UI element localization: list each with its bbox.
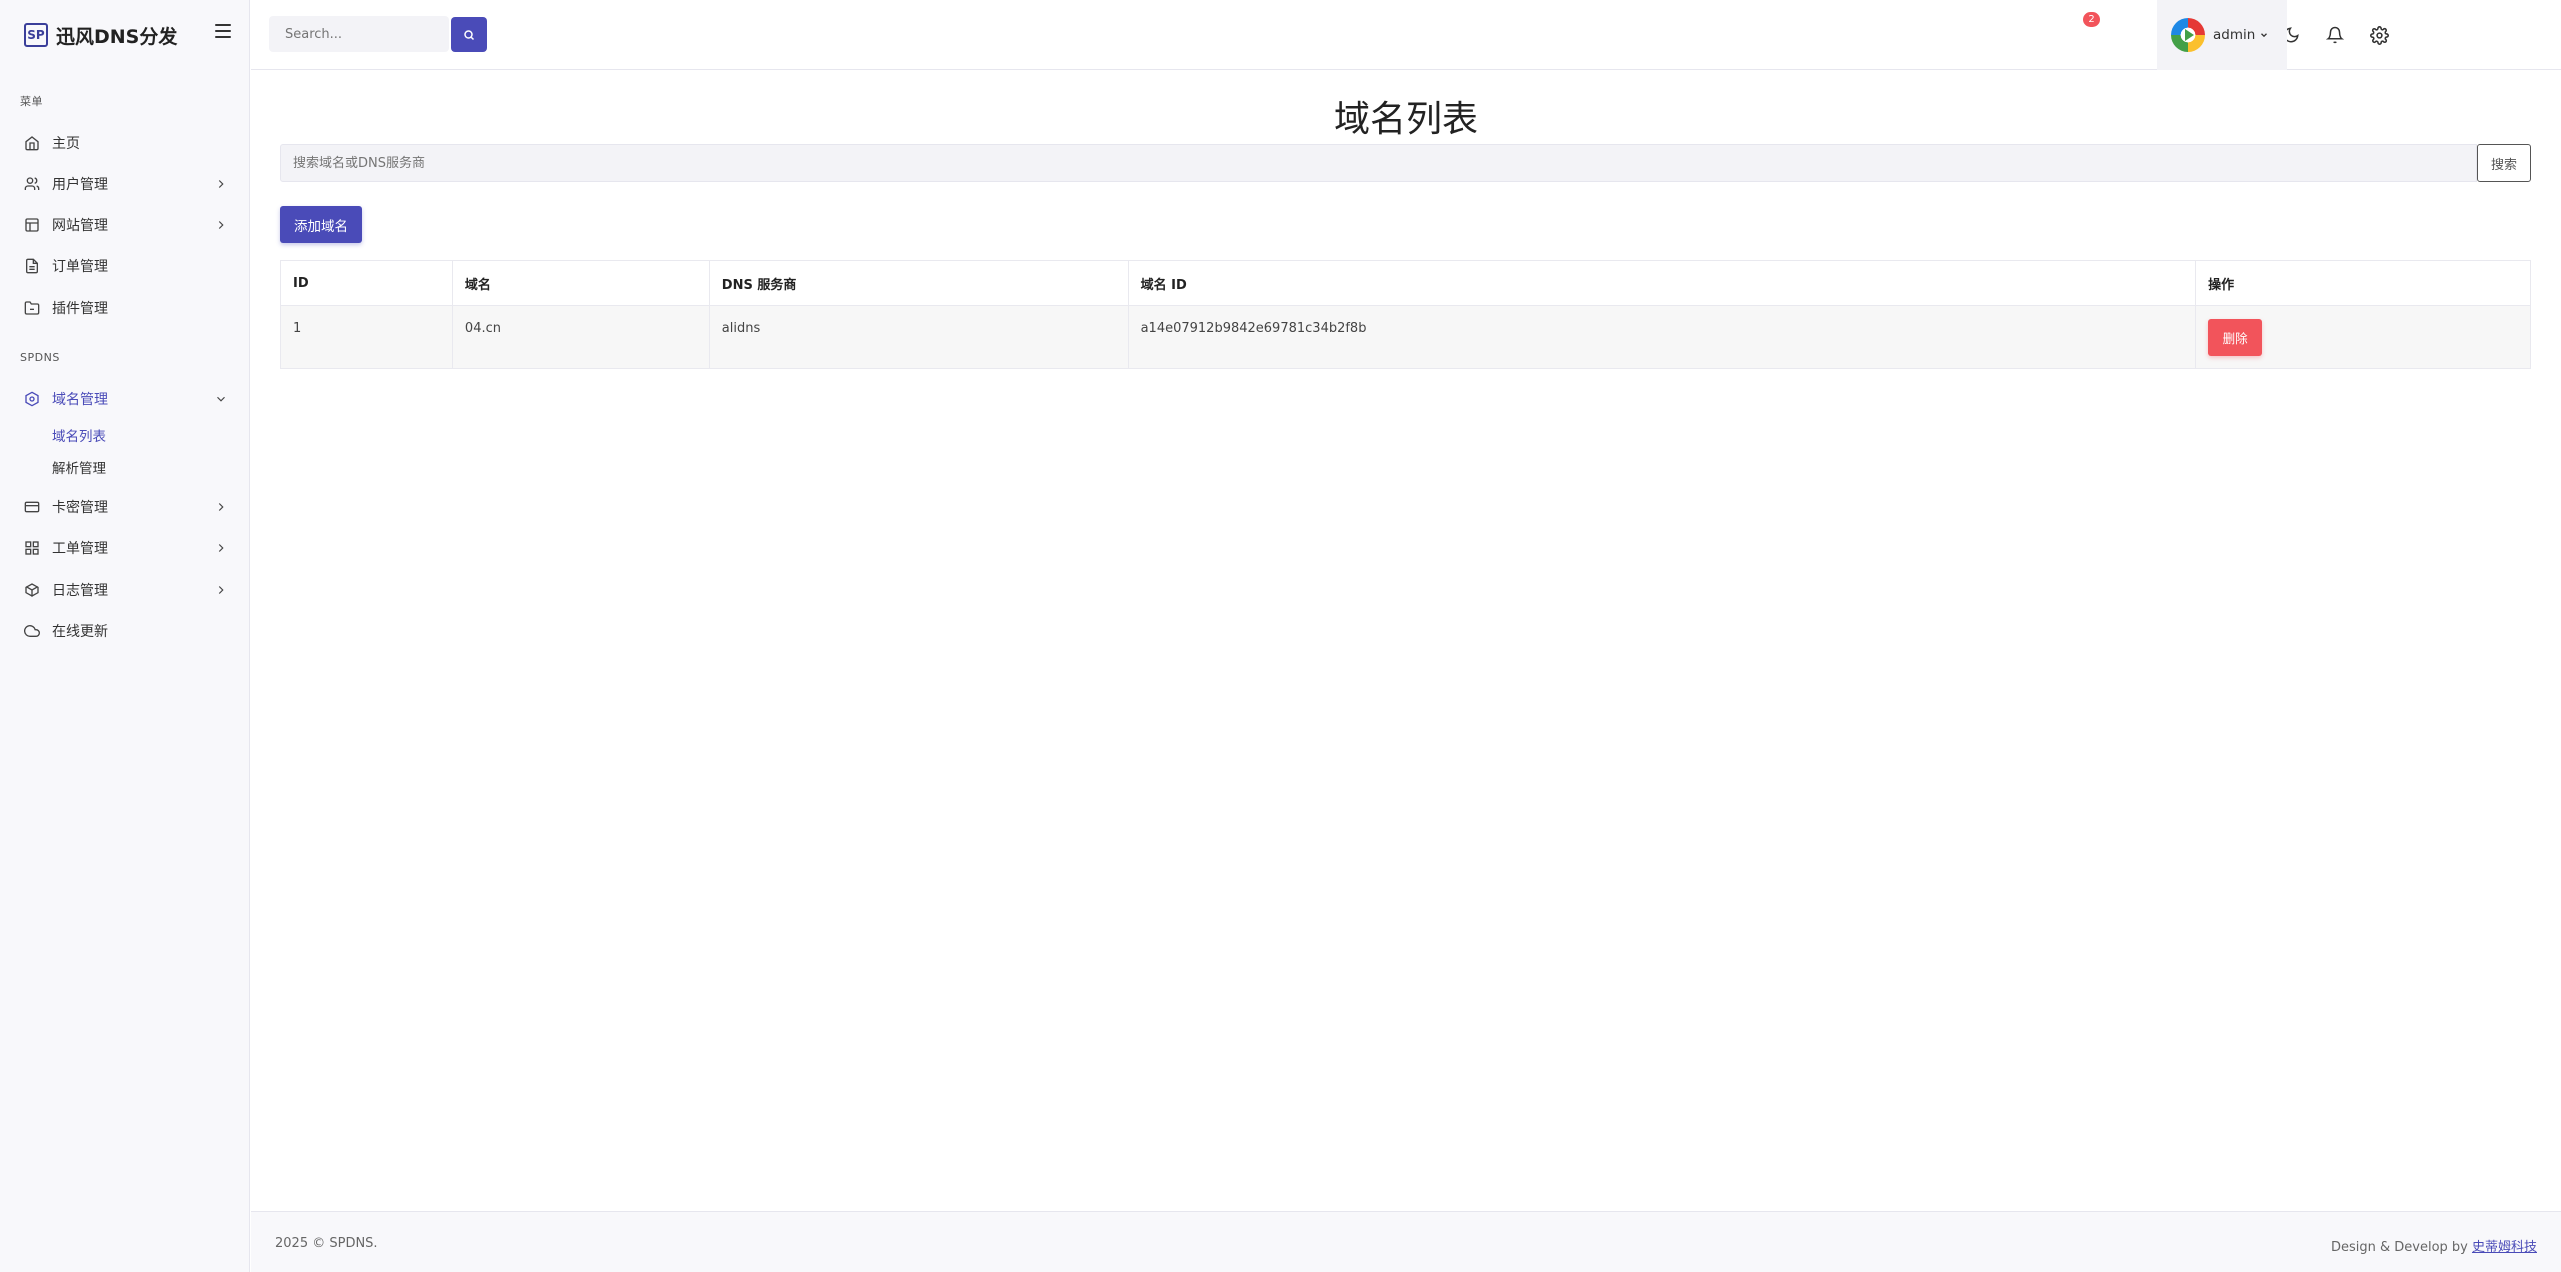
table-row: 1 04.cn alidns a14e07912b9842e69781c34b2… <box>280 305 2531 369</box>
sidebar-item-orders[interactable]: 订单管理 <box>0 250 250 282</box>
sidebar-item-label: 日志管理 <box>52 583 108 599</box>
brand-logo: SP <box>24 23 48 47</box>
sidebar-item-label: 用户管理 <box>52 177 108 193</box>
filter-search-button[interactable]: 搜索 <box>2477 144 2531 182</box>
grid-icon <box>24 540 40 556</box>
sidebar-subitem-domain-list[interactable]: 域名列表 <box>52 426 106 448</box>
avatar <box>2171 18 2205 52</box>
cell-provider: alidns <box>708 305 1129 369</box>
footer-credit: Design & Develop by 史蒂姆科技 <box>2331 1236 2537 1255</box>
sidebar-item-domains[interactable]: 域名管理 <box>0 383 250 415</box>
sidebar-item-users[interactable]: 用户管理 <box>0 168 250 200</box>
search-button[interactable] <box>451 17 487 52</box>
section-title-menu: 菜单 <box>20 95 43 108</box>
sidebar-item-label: 网站管理 <box>52 218 108 234</box>
hexagon-icon <box>24 391 40 407</box>
sidebar: SP 迅风DNS分发 菜单 主页 用户管理 网站管理 订单管理 插件管理 SPD… <box>0 0 250 1272</box>
sidebar-item-cards[interactable]: 卡密管理 <box>0 491 250 523</box>
chevron-down-icon <box>217 396 225 402</box>
column-header-domain-id: 域名 ID <box>1127 260 2197 306</box>
search-icon <box>464 29 475 40</box>
chevron-right-icon <box>218 586 224 594</box>
sidebar-item-logs[interactable]: 日志管理 <box>0 574 250 606</box>
notifications-button[interactable] <box>2324 24 2346 46</box>
section-title-spdns: SPDNS <box>20 351 60 364</box>
cell-id: 1 <box>280 305 453 369</box>
chevron-right-icon <box>218 503 224 511</box>
chevron-right-icon <box>218 221 224 229</box>
settings-button[interactable] <box>2368 24 2390 46</box>
cell-domain: 04.cn <box>451 305 710 369</box>
chevron-right-icon <box>218 180 224 188</box>
cloud-icon <box>24 623 40 639</box>
sidebar-item-label: 订单管理 <box>52 259 108 275</box>
sidebar-item-tickets[interactable]: 工单管理 <box>0 532 250 564</box>
gear-icon <box>2369 25 2389 45</box>
sidebar-subitem-dns-records[interactable]: 解析管理 <box>52 458 106 480</box>
footer-copyright: 2025 © SPDNS. <box>275 1236 378 1251</box>
users-icon <box>24 176 40 192</box>
sidebar-item-label: 域名管理 <box>52 392 108 408</box>
card-icon <box>24 499 40 515</box>
footer-credit-link[interactable]: 史蒂姆科技 <box>2472 1240 2537 1255</box>
sidebar-item-plugins[interactable]: 插件管理 <box>0 292 250 324</box>
chevron-right-icon <box>218 544 224 552</box>
cell-actions: 删除 <box>2195 305 2531 369</box>
sidebar-item-label: 卡密管理 <box>52 500 108 516</box>
notification-badge: 2 <box>2083 12 2100 27</box>
brand-name: 迅风DNS分发 <box>56 25 178 48</box>
domain-table: ID 域名 DNS 服务商 域名 ID 操作 1 04.cn alidns a1… <box>280 260 2531 369</box>
column-header-provider: DNS 服务商 <box>708 260 1129 306</box>
domain-filter-input[interactable] <box>280 144 2477 182</box>
layout-icon <box>24 217 40 233</box>
menu-toggle-icon[interactable] <box>215 24 231 38</box>
page-title: 域名列表 <box>1333 99 1478 140</box>
home-icon <box>24 135 40 151</box>
bell-icon <box>2326 26 2344 44</box>
sidebar-item-home[interactable]: 主页 <box>0 127 250 159</box>
user-menu[interactable]: admin <box>2157 0 2287 70</box>
folder-icon <box>24 300 40 316</box>
table-header-row: ID 域名 DNS 服务商 域名 ID 操作 <box>280 260 2531 306</box>
user-name: admin <box>2213 27 2256 43</box>
footer-credit-text: Design & Develop by <box>2330 1240 2472 1255</box>
column-header-domain: 域名 <box>451 260 710 306</box>
search-input[interactable] <box>269 16 449 52</box>
sidebar-item-label: 工单管理 <box>52 541 108 557</box>
add-domain-button[interactable]: 添加域名 <box>280 206 362 243</box>
sidebar-item-label: 插件管理 <box>52 301 108 317</box>
file-icon <box>24 258 40 274</box>
delete-button[interactable]: 删除 <box>2208 319 2263 356</box>
cell-domain-id: a14e07912b9842e69781c34b2f8b <box>1127 305 2197 369</box>
brand[interactable]: SP 迅风DNS分发 <box>24 20 177 50</box>
column-header-actions: 操作 <box>2195 260 2531 306</box>
sidebar-item-label: 在线更新 <box>52 624 108 640</box>
box-icon <box>24 582 40 598</box>
column-header-id: ID <box>280 260 453 306</box>
sidebar-item-label: 主页 <box>52 136 80 152</box>
sidebar-item-update[interactable]: 在线更新 <box>0 615 250 647</box>
footer: 2025 © SPDNS. Design & Develop by 史蒂姆科技 <box>251 1211 2561 1272</box>
sidebar-item-sites[interactable]: 网站管理 <box>0 209 250 241</box>
chevron-down-icon <box>2261 33 2268 38</box>
